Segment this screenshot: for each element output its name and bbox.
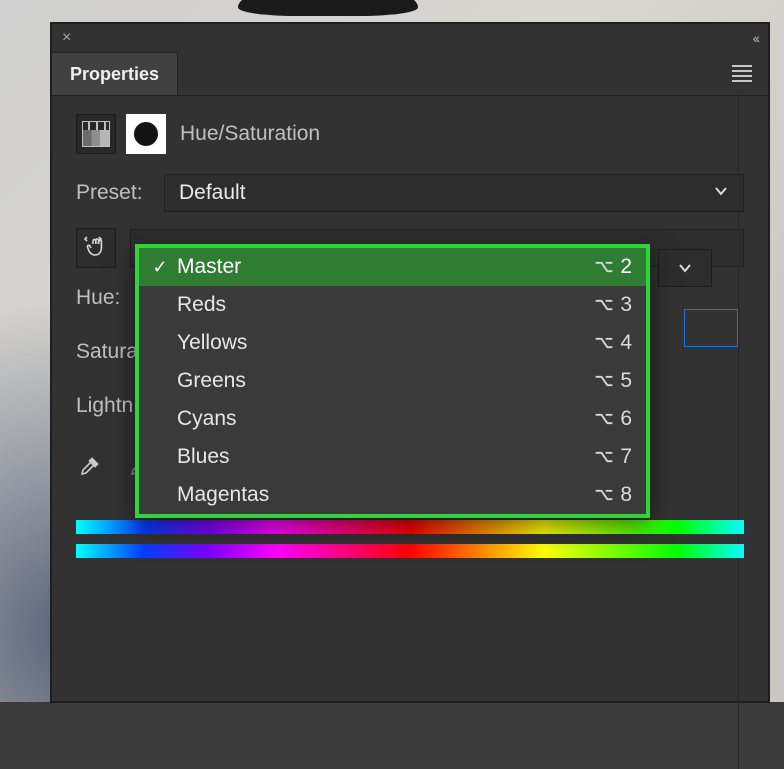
color-spectra [76,520,744,558]
properties-panel: × ‹‹ Properties Hue/Saturation Preset: D… [51,23,769,702]
preset-label: Preset: [76,181,150,205]
channel-menu-label: Master [177,255,241,279]
input-spectrum-strip[interactable] [76,520,744,534]
tab-label: Properties [70,64,159,85]
option-key-icon [594,260,614,274]
adjustment-type-label: Hue/Saturation [180,122,320,146]
channel-menu-item[interactable]: Yellows 4 [139,324,646,362]
panel-menu-icon[interactable] [728,61,756,86]
panel-tabstrip: Properties [52,52,768,96]
channel-menu-shortcut: 3 [594,293,632,317]
channel-menu-shortcut: 8 [594,483,632,507]
collapse-panel-icon[interactable]: ‹‹ [753,30,758,46]
preset-row: Preset: Default [76,174,744,212]
channel-menu-shortcut: 2 [594,255,632,279]
output-spectrum-strip[interactable] [76,544,744,558]
option-key-icon [594,488,614,502]
option-key-icon [594,374,614,388]
close-icon[interactable]: × [62,30,71,46]
option-key-icon [594,412,614,426]
channel-dropdown-menu: ✓ Master 2 Reds 3 Yellows 4 Greens 5 Cyans 6 Blues 7… [135,244,650,518]
preset-select[interactable]: Default [164,174,744,212]
channel-menu-label: Reds [177,293,226,317]
adjustment-type-row: Hue/Saturation [76,114,744,154]
option-key-icon [594,298,614,312]
eyedropper-icon[interactable] [76,452,104,480]
channel-menu-item[interactable]: Magentas 8 [139,476,646,514]
channel-menu-label: Yellows [177,331,247,355]
channel-select-chevron[interactable] [658,249,712,287]
channel-menu-label: Greens [177,369,246,393]
layer-mask-thumbnail[interactable] [126,114,166,154]
chevron-down-icon [713,181,729,205]
channel-menu-item[interactable]: Reds 3 [139,286,646,324]
preset-value: Default [179,181,246,205]
adjustment-preset-icon[interactable] [76,114,116,154]
channel-menu-item[interactable]: ✓ Master 2 [139,248,646,286]
option-key-icon [594,450,614,464]
channel-menu-label: Magentas [177,483,269,507]
tab-properties[interactable]: Properties [52,52,178,95]
channel-menu-item[interactable]: Blues 7 [139,438,646,476]
hue-value-field[interactable] [684,309,738,347]
background-image-fragment [238,0,418,16]
channel-menu-item[interactable]: Cyans 6 [139,400,646,438]
channel-menu-label: Cyans [177,407,237,431]
targeted-adjustment-tool-icon[interactable] [76,228,116,268]
check-icon: ✓ [151,257,169,278]
channel-menu-item[interactable]: Greens 5 [139,362,646,400]
channel-menu-shortcut: 7 [594,445,632,469]
channel-menu-shortcut: 5 [594,369,632,393]
option-key-icon [594,336,614,350]
channel-menu-label: Blues [177,445,230,469]
channel-menu-shortcut: 4 [594,331,632,355]
panel-titlebar: × ‹‹ [52,24,768,52]
channel-menu-shortcut: 6 [594,407,632,431]
